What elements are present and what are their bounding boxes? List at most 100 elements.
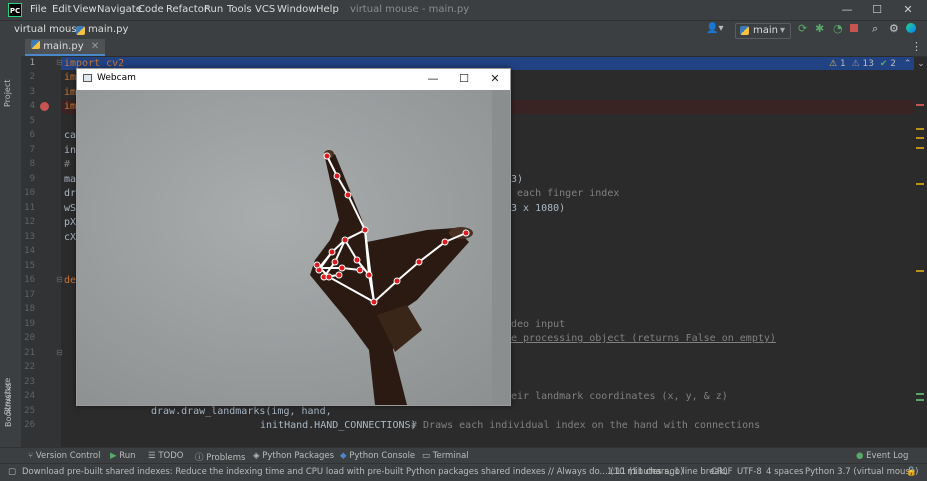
debug-icon[interactable]: ✱ [815,22,824,35]
branch-icon: ⑂ [28,451,34,461]
status-message[interactable]: Download pre-built shared indexes: Reduc… [22,467,683,477]
tool-event-log[interactable]: ● Event Log [856,451,908,461]
tool-version-control[interactable]: ⑂ Version Control [28,451,101,461]
warning-stripe-marker[interactable] [916,183,924,185]
menu-code[interactable]: Code [138,4,164,15]
warning-stripe-marker[interactable] [916,137,924,139]
code-line-3: im [64,87,77,98]
window-title: virtual mouse - main.py [350,4,470,15]
indent-setting[interactable]: 4 spaces [766,467,803,477]
webcam-minimize-button[interactable]: — [418,69,448,89]
line-number: 12 [24,217,35,227]
code-line-8: # [64,159,71,170]
python-interpreter[interactable]: Python 3.7 (virtual mouse) [805,467,918,477]
more-tabs-icon[interactable]: ⋮ [911,40,922,53]
code-fragment-11: 3 x 1080) [511,203,566,214]
tool-problems[interactable]: ⓘ Problems [195,451,245,463]
python-console-icon: ◆ [340,451,347,461]
bookmarks-tool-tab[interactable]: Bookmarks [4,382,13,427]
tab-main-py[interactable]: main.py ✕ [25,39,106,56]
line-number: 18 [24,304,35,314]
chevron-down-icon[interactable]: ⌄ [917,59,925,69]
code-fragment-24: eir landmark coordinates (x, y, & z) [511,391,728,402]
tool-run[interactable]: ▶ Run [110,451,136,461]
tool-terminal[interactable]: ▭ Terminal [422,451,469,461]
menu-tools[interactable]: Tools [227,4,252,15]
fold-icon[interactable]: ⊟ [56,275,63,284]
coverage-icon[interactable]: ◔ [833,22,843,35]
inspection-widget[interactable]: ⚠ 1 ⚠ 13 ✔ 2 ⌃ ⌄ [829,59,925,69]
tool-todo[interactable]: ☰ TODO [148,451,183,461]
chevron-up-icon[interactable]: ⌃ [904,59,912,69]
layers-icon: ◈ [253,451,260,461]
project-tool-tab[interactable]: Project [3,80,12,107]
webcam-maximize-button[interactable]: ☐ [449,69,479,89]
code-line-7: in [64,145,77,156]
code-fragment-10: each finger index [511,188,620,199]
menu-view[interactable]: View [73,4,97,15]
info-icon: ⓘ [195,453,204,463]
status-bar: ▢ Download pre-built shared indexes: Red… [0,463,927,481]
warning-stripe-marker[interactable] [916,128,924,130]
code-line-11: wS [64,203,77,214]
code-line-4: im [64,101,77,112]
run-config-selector[interactable]: main ▾ [735,23,791,39]
rerun-icon[interactable]: ⟳ [798,22,807,35]
menu-window[interactable]: Window [277,4,316,15]
webcam-window[interactable]: Webcam — ☐ ✕ [76,68,511,406]
breadcrumb-project[interactable]: virtual mouse [14,24,83,35]
menu-vcs[interactable]: VCS [255,4,275,15]
close-tab-icon[interactable]: ✕ [91,41,99,52]
line-number: 8 [29,159,35,169]
line-number: 7 [29,145,35,155]
caret-position[interactable]: 1:11 (11 chars, 1 line break) [607,467,728,477]
breakpoint-icon[interactable] [40,102,49,111]
menu-edit[interactable]: Edit [52,4,71,15]
pycharm-logo-icon[interactable]: PC [8,3,22,17]
tool-python-packages[interactable]: ◈ Python Packages [253,451,334,461]
menu-refactor[interactable]: Refactor [166,4,208,15]
menu-navigate[interactable]: Navigate [97,4,142,15]
error-stripe-marker[interactable] [916,104,924,106]
maximize-button[interactable]: ☐ [862,2,892,18]
run-config-label: main [753,25,778,36]
change-stripe-marker[interactable] [916,399,924,401]
code-line-25: draw.draw_landmarks(img, hand, [151,406,332,417]
stop-icon[interactable] [850,24,858,32]
code-fragment-20: e processing object (returns False on em… [511,333,776,344]
menu-run[interactable]: Run [204,4,223,15]
change-stripe-marker[interactable] [916,393,924,395]
left-tool-strip: Project Structure Bookmarks [0,39,22,447]
line-number: 13 [24,232,35,242]
code-line-9: ma [64,174,77,185]
fold-icon[interactable]: ⊟ [56,348,63,357]
fold-icon[interactable]: ⊟ [56,58,63,67]
event-log-icon: ● [856,451,864,461]
close-button[interactable]: ✕ [893,2,923,18]
hand-landmark-image [77,90,510,405]
webcam-window-title: Webcam [97,73,136,83]
line-number: 19 [24,319,35,329]
minimize-button[interactable]: — [832,2,862,18]
breadcrumb-file[interactable]: main.py [88,24,128,35]
warning-stripe-marker[interactable] [916,270,924,272]
toolbox-icon[interactable] [906,23,916,33]
lock-icon[interactable]: 🔓 [906,467,917,477]
line-number: 6 [29,130,35,140]
gear-icon[interactable]: ⚙ [889,22,899,35]
line-number: 11 [24,203,35,213]
tab-label: main.py [43,41,84,52]
menu-help[interactable]: Help [316,4,339,15]
tool-python-console[interactable]: ◆ Python Console [340,451,415,461]
file-encoding[interactable]: UTF-8 [737,467,762,477]
menu-file[interactable]: File [30,4,47,15]
status-panel-icon[interactable]: ▢ [8,467,16,477]
line-number: 14 [24,246,35,256]
warning-stripe-marker[interactable] [916,147,924,149]
typo-count: 2 [890,59,896,69]
webcam-video-frame [77,90,510,405]
add-user-icon[interactable]: 👤▾ [706,23,723,34]
line-separator[interactable]: CRLF [711,467,732,477]
search-icon[interactable]: ⌕ [872,22,878,36]
webcam-close-button[interactable]: ✕ [480,69,510,89]
